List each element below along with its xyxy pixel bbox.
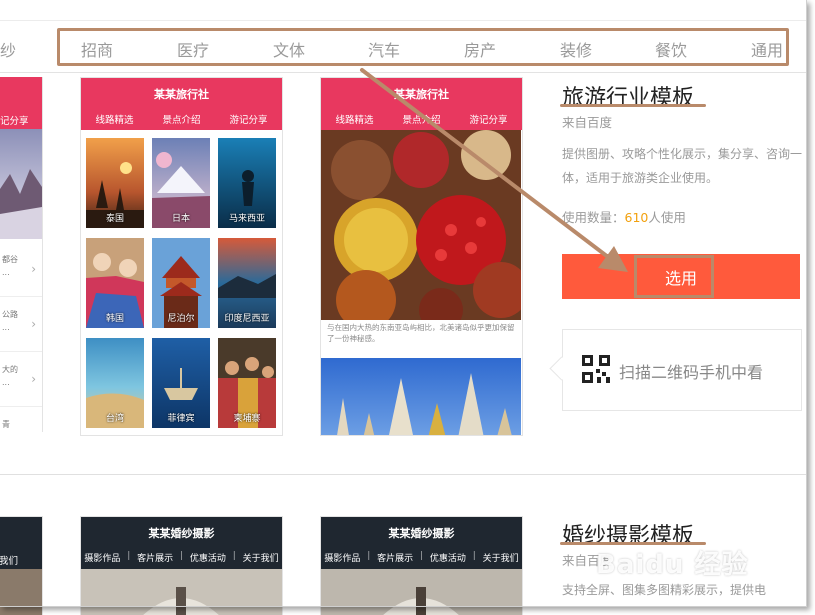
list-item[interactable]: 公路... › — [0, 297, 42, 352]
travel-preview-tabs: 线路精选 景点介绍 游记分享 — [321, 112, 522, 126]
preview-tab: 关于我们 — [0, 556, 19, 567]
section-divider — [0, 474, 806, 475]
list-item[interactable]: 大的... › — [0, 352, 42, 407]
destination-tile: 马来西亚 — [218, 138, 276, 228]
preview-tab: 景点介绍 — [402, 115, 441, 126]
wedding-photo — [321, 569, 522, 615]
pagoda-photo — [321, 358, 521, 435]
baidu-watermark: Baidu 经验 — [596, 550, 749, 580]
destination-tile: 印度尼西亚 — [218, 238, 276, 328]
previous-preview-image — [0, 129, 42, 239]
travel-preview-title: 某某旅行社 — [154, 88, 209, 101]
usage-count: 610 — [624, 210, 649, 225]
nav-item-cut[interactable]: 纱 — [0, 37, 16, 61]
wedding-preview-title: 某某婚纱摄影 — [148, 527, 215, 540]
destination-tile: 尼泊尔 — [152, 238, 210, 328]
wedding-preview-2[interactable]: 某某婚纱摄影 摄影作品 | 客片展示 | 优惠活动 | 关于我们 — [320, 516, 523, 615]
preview-tab: 游记分享 — [229, 115, 268, 126]
title-annotation-underline — [560, 104, 706, 107]
destination-tile: 柬埔寨 — [218, 338, 276, 428]
qr-code-icon — [582, 355, 610, 383]
template-gallery-page: 纱 招商 医疗 文体 汽车 房产 装修 餐饮 通用 记分享 都谷... › 公路.… — [0, 0, 815, 615]
preview-tab: 景点介绍 — [162, 115, 201, 126]
list-item[interactable]: 青 — [0, 407, 42, 432]
previous-wedding-preview[interactable]: 关于我们 — [0, 516, 43, 615]
preview-tab: 线路精选 — [335, 115, 374, 126]
wedding-preview-title: 某某婚纱摄影 — [388, 527, 455, 540]
template-title: 旅游行业模板 — [562, 86, 695, 111]
travel-preview-header: 某某旅行社 线路精选 景点介绍 游记分享 — [321, 78, 522, 130]
previous-preview-header: 记分享 — [0, 77, 42, 129]
select-annotation-box — [634, 255, 714, 298]
wedding-preview-tabs: 摄影作品 | 客片展示 | 优惠活动 | 关于我们 — [84, 551, 279, 564]
template-description: 提供图册、攻略个性化展示，集分享、咨询一体，适用于旅游类企业使用。 — [562, 147, 803, 185]
travel-preview-title: 某某旅行社 — [394, 88, 449, 101]
spices-photo — [321, 130, 521, 320]
destination-tile: 菲律宾 — [152, 338, 210, 428]
destination-tile: 韩国 — [86, 238, 144, 328]
destination-tile: 日本 — [152, 138, 210, 228]
wedding-preview-1[interactable]: 某某婚纱摄影 摄影作品 | 客片展示 | 优惠活动 | 关于我们 — [80, 516, 283, 615]
wedding-template-description: 支持全屏、图集多图精彩展示，提供电 — [562, 583, 767, 597]
nav-annotation-box — [57, 28, 789, 66]
article-caption: 与在国内大热的东南亚岛屿相比，北美诸岛似乎更加保留了一份神秘感。 — [327, 323, 515, 343]
preview-tab: 线路精选 — [95, 115, 134, 126]
wedding-preview-header: 某某婚纱摄影 摄影作品 | 客片展示 | 优惠活动 | 关于我们 — [321, 517, 522, 569]
destination-tile: 泰国 — [86, 138, 144, 228]
top-strip — [0, 0, 806, 21]
travel-preview-grid[interactable]: 某某旅行社 线路精选 景点介绍 游记分享 泰国 日本 马来西亚 韩国 尼泊尔 印… — [80, 77, 283, 436]
previous-template-preview[interactable]: 记分享 都谷... › 公路... › 大的... › 青 — [0, 77, 43, 432]
preview-tab: 游记分享 — [469, 115, 508, 126]
list-item[interactable]: 都谷... › — [0, 242, 42, 297]
template-usage: 使用数量：610人使用 — [562, 210, 686, 225]
travel-preview-header: 某某旅行社 线路精选 景点介绍 游记分享 — [81, 78, 282, 130]
qr-scan-text: 扫描二维码手机中看 — [619, 363, 764, 382]
wedding-preview-header: 某某婚纱摄影 摄影作品 | 客片展示 | 优惠活动 | 关于我们 — [81, 517, 282, 569]
wedding-preview-tabs: 摄影作品 | 客片展示 | 优惠活动 | 关于我们 — [324, 551, 519, 564]
previous-preview-tab: 记分享 — [0, 116, 29, 127]
wedding-photo — [81, 569, 282, 615]
destination-tile: 台湾 — [86, 338, 144, 428]
travel-preview-articles[interactable]: 某某旅行社 线路精选 景点介绍 游记分享 与在国内大热的东南亚岛屿相比，北美诸岛… — [320, 77, 523, 436]
template-source: 来自百度 — [562, 115, 613, 130]
travel-preview-tabs: 线路精选 景点介绍 游记分享 — [81, 112, 282, 126]
